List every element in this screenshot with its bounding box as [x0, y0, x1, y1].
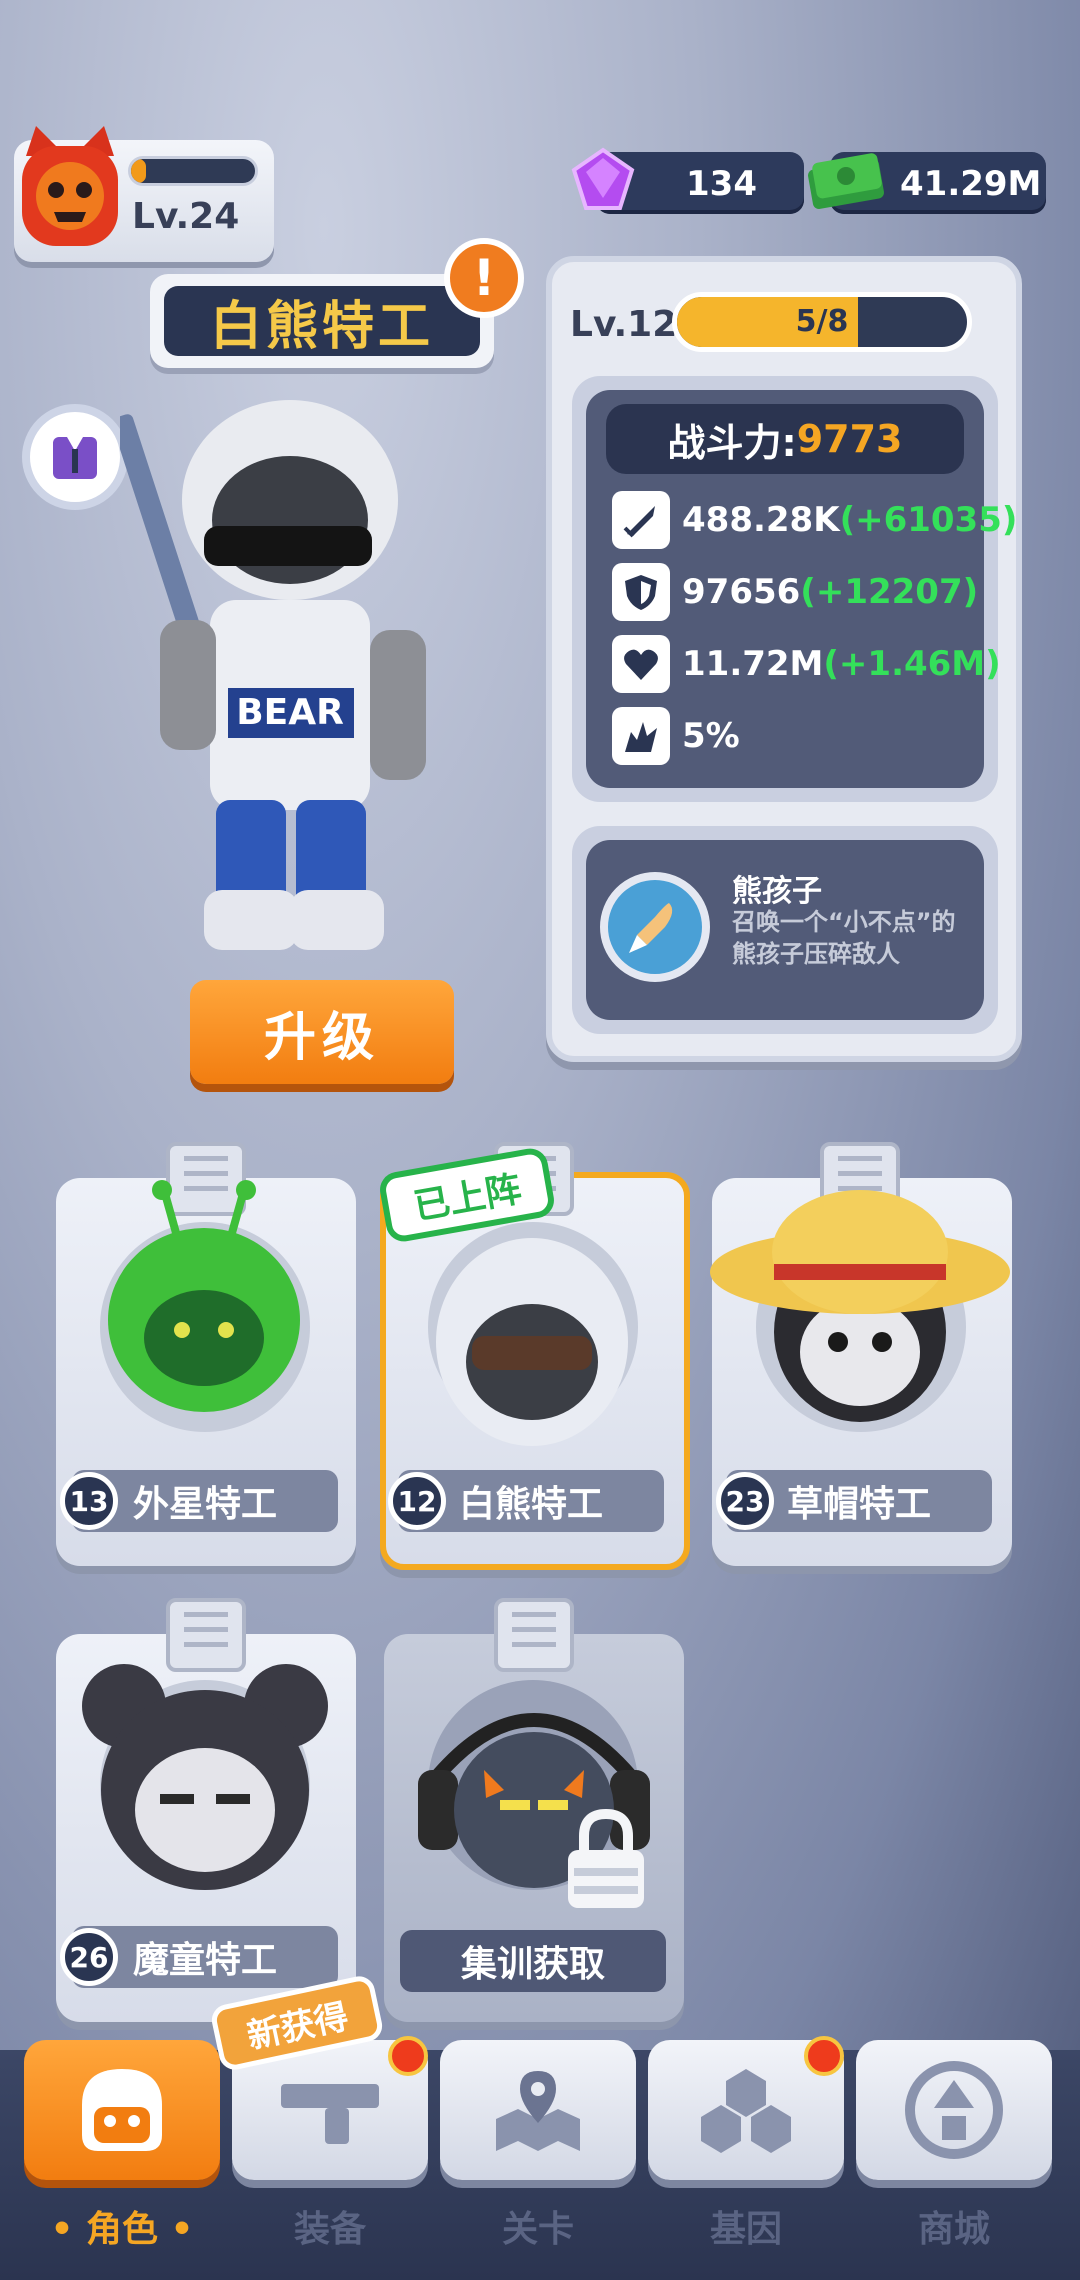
stat-row-health: 11.72M (+1.46M) — [612, 634, 1001, 694]
hero-figure: BEAR — [120, 400, 426, 950]
defense-bonus: (+12207) — [800, 572, 979, 612]
tab-shop[interactable] — [856, 2040, 1052, 2180]
lock-icon — [568, 1808, 644, 1908]
tab-stages[interactable] — [440, 2040, 636, 2180]
svg-text:BEAR: BEAR — [236, 692, 344, 733]
tab-character[interactable] — [24, 2040, 220, 2180]
gun-icon — [281, 2084, 379, 2144]
skill-description: 召唤一个“小不点”的熊孩子压碎敌人 — [732, 908, 956, 968]
crit-value: 5% — [682, 716, 740, 756]
stat-row-crit: 5% — [612, 706, 740, 766]
tab-equipment-label[interactable]: 装备 — [232, 2200, 428, 2252]
health-value: 11.72M — [682, 644, 824, 684]
hero-progress-text: 5/8 — [795, 304, 849, 339]
attack-icon — [612, 491, 670, 549]
hexagon-icon — [701, 2069, 791, 2153]
character-tab-icon — [82, 2069, 162, 2151]
tab-character-label[interactable]: • 角色 • — [24, 2200, 220, 2252]
health-bonus: (+1.46M) — [823, 644, 1001, 684]
skill-name: 熊孩子 — [732, 874, 822, 909]
upgrade-button[interactable]: 升级 — [190, 980, 454, 1084]
equipment-notification-dot — [388, 2036, 428, 2076]
tab-character-text: 角色 — [85, 2209, 158, 2250]
player-avatar[interactable] — [16, 126, 124, 250]
hero-name: 白熊特工 — [164, 286, 480, 357]
skill-icon[interactable] — [600, 872, 710, 982]
character-name-locked: 集训获取 — [400, 1930, 666, 1992]
combat-power-value: 9773 — [796, 417, 903, 461]
combat-power-label: 战斗力: — [667, 420, 797, 465]
gem-count: 134 — [686, 164, 757, 204]
health-icon — [612, 635, 670, 693]
alien-agent-icon — [108, 1180, 300, 1412]
stat-row-defense: 97656 (+12207) — [612, 562, 978, 622]
combat-power: 战斗力: 9773 — [606, 404, 964, 474]
tab-genes-label[interactable]: 基因 — [648, 2200, 844, 2252]
tab-stages-label[interactable]: 关卡 — [440, 2200, 636, 2252]
character-level-demon: 26 — [60, 1928, 118, 1986]
bear-agent-icon — [436, 1238, 628, 1446]
stat-row-attack: 488.28K (+61035) — [612, 490, 1017, 550]
crit-icon — [612, 707, 670, 765]
card-clip — [494, 1598, 574, 1672]
shop-icon — [905, 2061, 1003, 2159]
strawhat-agent-icon — [710, 1190, 1010, 1422]
map-pin-icon — [496, 2071, 580, 2151]
outfit-icon — [53, 437, 97, 479]
genes-notification-dot — [804, 2036, 844, 2076]
demon-agent-icon — [82, 1664, 328, 1890]
player-level: Lv.24 — [132, 196, 240, 237]
character-level-strawhat: 23 — [716, 1472, 774, 1530]
cash-count: 41.29M — [900, 164, 1042, 204]
player-xp-bar — [128, 156, 258, 186]
hero-level: Lv.12 — [570, 304, 678, 345]
gem-icon — [571, 147, 635, 210]
character-level-alien: 13 — [60, 1472, 118, 1530]
defense-value: 97656 — [682, 572, 801, 612]
character-level-bear: 12 — [388, 1472, 446, 1530]
defense-icon — [612, 563, 670, 621]
player-xp-fill — [131, 159, 146, 183]
alert-icon[interactable]: ! — [444, 238, 524, 318]
cash-icon — [808, 153, 884, 209]
attack-value: 488.28K — [682, 500, 840, 540]
attack-bonus: (+61035) — [839, 500, 1018, 540]
outfit-button[interactable] — [22, 404, 128, 510]
tab-shop-label[interactable]: 商城 — [856, 2200, 1052, 2252]
